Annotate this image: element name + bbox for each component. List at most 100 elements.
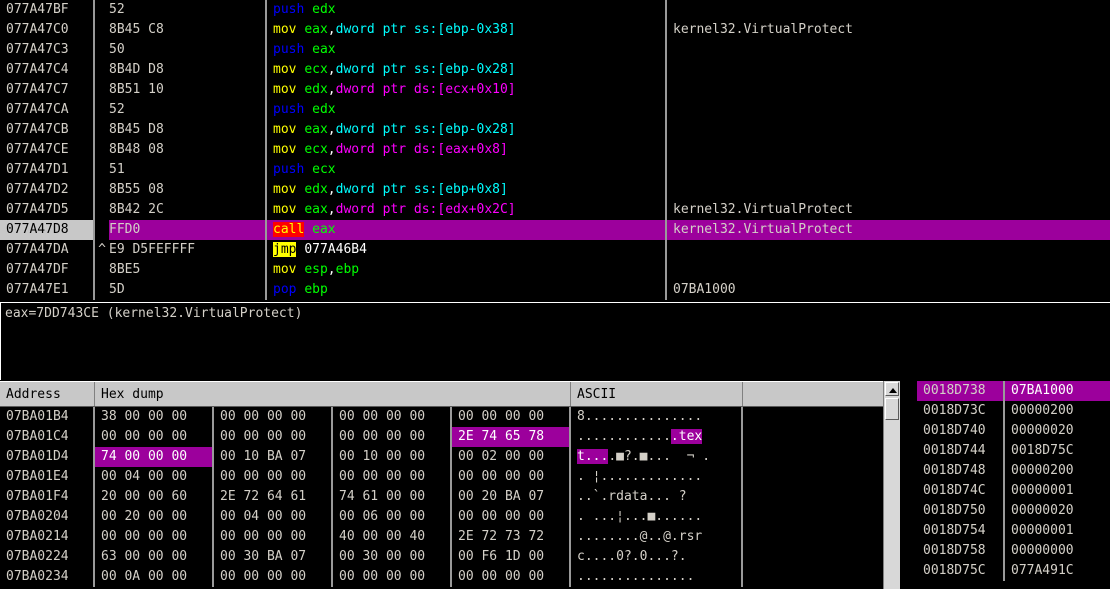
stack-address: 0018D748: [917, 461, 1005, 481]
dump-header-address[interactable]: Address: [0, 382, 95, 406]
instruction-operand: dword ptr ds:[edx+0x2C]: [335, 202, 516, 217]
scroll-up-arrow-icon[interactable]: [885, 382, 899, 396]
disasm-row[interactable]: 077A47CE 8B48 08 mov ecx,dword ptr ds:[eax…: [0, 140, 1110, 160]
disasm-comment: [665, 180, 1110, 200]
instruction-operand: ,: [327, 142, 336, 157]
dump-scrollbar[interactable]: [883, 381, 900, 589]
disasm-comment: [665, 80, 1110, 100]
disasm-row[interactable]: 077A47C3 50 push eax: [0, 40, 1110, 60]
dump-hex-group: 00 00 00 00: [333, 407, 452, 427]
stack-address: 0018D758: [917, 541, 1005, 561]
dump-hex-group: 2E 72 73 72: [452, 527, 571, 547]
stack-panel[interactable]: 0018D738 07BA1000 0018D73C 00000200 0018D740…: [917, 381, 1110, 589]
stack-row[interactable]: 0018D744 0018D75C: [917, 441, 1110, 461]
stack-address: 0018D754: [917, 521, 1005, 541]
instruction-operand: ecx: [304, 62, 328, 77]
dump-hex-group: 00 20 00 00: [95, 507, 214, 527]
disasm-row[interactable]: 077A47DF 8BE5 mov esp,ebp: [0, 260, 1110, 280]
disasm-row[interactable]: 077A47E1 5D pop ebp 07BA1000: [0, 280, 1110, 300]
dump-rows[interactable]: 07BA01B4 38 00 00 00 00 00 00 00 00 00 00 0…: [0, 407, 900, 588]
stack-row[interactable]: 0018D740 00000020: [917, 421, 1110, 441]
disasm-instruction: push edx: [265, 100, 665, 120]
stack-address: 0018D75C: [917, 561, 1005, 581]
disasm-row[interactable]: 077A47D2 8B55 08 mov edx,dword ptr ss:[ebp…: [0, 180, 1110, 200]
dump-ascii: ........@..@.rsr: [571, 527, 743, 547]
dump-ascii: c....0?.0...?.: [571, 547, 743, 567]
stack-row[interactable]: 0018D750 00000020: [917, 501, 1110, 521]
disasm-instruction: mov eax,dword ptr ss:[ebp-0x38]: [265, 20, 665, 40]
stack-value: 00000020: [1011, 503, 1074, 518]
jump-marker-icon: [95, 280, 109, 300]
dump-hex-group: 00 00 00 00: [95, 527, 214, 547]
disasm-row[interactable]: 077A47CB 8B45 D8 mov eax,dword ptr ss:[ebp…: [0, 120, 1110, 140]
stack-row[interactable]: 0018D738 07BA1000: [917, 381, 1110, 401]
stack-row[interactable]: 0018D758 00000000: [917, 541, 1110, 561]
instruction-operand: ,: [327, 82, 336, 97]
disasm-row[interactable]: 077A47D5 8B42 2C mov eax,dword ptr ds:[edx…: [0, 200, 1110, 220]
hex-dump-panel[interactable]: Address Hex dump ASCII 07BA01B4 38 00 00 …: [0, 381, 900, 589]
dump-row[interactable]: 07BA01E4 00 04 00 00 00 00 00 00 00 00 00 0…: [0, 467, 900, 487]
dump-ascii-highlight: .tex: [670, 429, 703, 444]
disasm-row[interactable]: 077A47BF 52 push edx: [0, 0, 1110, 20]
stack-row[interactable]: 0018D75C 077A491C: [917, 561, 1110, 581]
dump-row[interactable]: 07BA01B4 38 00 00 00 00 00 00 00 00 00 00 0…: [0, 407, 900, 427]
dump-row[interactable]: 07BA01D4 74 00 00 00 00 10 BA 07 00 10 00 0…: [0, 447, 900, 467]
dump-header-hex[interactable]: Hex dump: [95, 382, 571, 406]
disasm-row[interactable]: 077A47CA 52 push edx: [0, 100, 1110, 120]
info-line: eax=7DD743CE (kernel32.VirtualProtect): [5, 306, 303, 321]
instruction-mnemonic: call: [273, 222, 305, 237]
dump-ascii: . ...¦...■......: [571, 507, 743, 527]
instruction-operand: ,: [327, 62, 336, 77]
disasm-row[interactable]: 077A47C4 8B4D D8 mov ecx,dword ptr ss:[ebp…: [0, 60, 1110, 80]
scrollbar-thumb[interactable]: [885, 398, 899, 420]
disasm-instruction: push edx: [265, 0, 665, 20]
stack-address: 0018D738: [917, 381, 1005, 401]
dump-row[interactable]: 07BA0214 00 00 00 00 00 00 00 00 40 00 00 4…: [0, 527, 900, 547]
disasm-bytes: FFD0: [109, 220, 265, 240]
dump-row[interactable]: 07BA01C4 00 00 00 00 00 00 00 00 00 00 00 0…: [0, 427, 900, 447]
disasm-row[interactable]: 077A47C0 8B45 C8 mov eax,dword ptr ss:[ebp…: [0, 20, 1110, 40]
instruction-operand: dword ptr ss:[ebp+0x8]: [335, 182, 508, 197]
disasm-row[interactable]: 077A47D8 FFD0 call eax kernel32.VirtualProt…: [0, 220, 1110, 240]
instruction-operand: edx: [312, 102, 336, 117]
disasm-bytes: E9 D5FEFFFF: [109, 242, 196, 257]
dump-hex-group: 2E 74 65 78: [452, 427, 571, 447]
instruction-operand: eax: [304, 202, 328, 217]
stack-value: 00000200: [1011, 463, 1074, 478]
dump-row[interactable]: 07BA0224 63 00 00 00 00 30 BA 07 00 30 00 0…: [0, 547, 900, 567]
dump-hex-group: 00 00 00 00: [95, 427, 214, 447]
jump-marker-icon: [95, 80, 109, 100]
dump-hex-group: 00 00 00 00: [333, 567, 452, 587]
instruction-mnemonic: mov: [273, 62, 297, 77]
jump-marker-icon: [95, 100, 109, 120]
instruction-operand: edx: [304, 82, 328, 97]
disassembly-panel[interactable]: 077A47BF 52 push edx 077A47C0 8B45 C8 mov eax…: [0, 0, 1110, 302]
dump-hex-group: 00 00 00 00: [452, 407, 571, 427]
dump-hex-group: 00 30 00 00: [333, 547, 452, 567]
jump-marker-icon: [95, 160, 109, 180]
disasm-row[interactable]: 077A47DA ^ E9 D5FEFFFF jmp 077A46B4: [0, 240, 1110, 260]
disasm-bytes: 8B51 10: [109, 82, 164, 97]
instruction-operand: dword ptr ds:[ecx+0x10]: [335, 82, 516, 97]
stack-value: 077A491C: [1011, 563, 1074, 578]
instruction-operand: dword ptr ss:[ebp-0x28]: [335, 62, 516, 77]
stack-row[interactable]: 0018D74C 00000001: [917, 481, 1110, 501]
dump-address: 07BA0204: [0, 507, 95, 527]
dump-hex-group: 20 00 00 60: [95, 487, 214, 507]
stack-row[interactable]: 0018D73C 00000200: [917, 401, 1110, 421]
disasm-row[interactable]: 077A47C7 8B51 10 mov edx,dword ptr ds:[ecx…: [0, 80, 1110, 100]
stack-row[interactable]: 0018D748 00000200: [917, 461, 1110, 481]
dump-row[interactable]: 07BA0234 00 0A 00 00 00 00 00 00 00 00 00 0…: [0, 567, 900, 587]
dump-header-ascii[interactable]: ASCII: [571, 382, 743, 406]
dump-row[interactable]: 07BA0204 00 20 00 00 00 04 00 00 00 06 00 0…: [0, 507, 900, 527]
disasm-bytes: 5D: [109, 282, 125, 297]
dump-row[interactable]: 07BA01F4 20 00 00 60 2E 72 64 61 74 61 00 0…: [0, 487, 900, 507]
stack-value: 00000001: [1011, 523, 1074, 538]
instruction-mnemonic: push: [273, 162, 305, 177]
stack-row[interactable]: 0018D754 00000001: [917, 521, 1110, 541]
disasm-address: 077A47D1: [0, 160, 95, 180]
stack-value: 00000001: [1011, 483, 1074, 498]
disasm-row[interactable]: 077A47D1 51 push ecx: [0, 160, 1110, 180]
instruction-operand: ecx: [304, 142, 328, 157]
dump-ascii-highlight: t...: [577, 449, 609, 464]
